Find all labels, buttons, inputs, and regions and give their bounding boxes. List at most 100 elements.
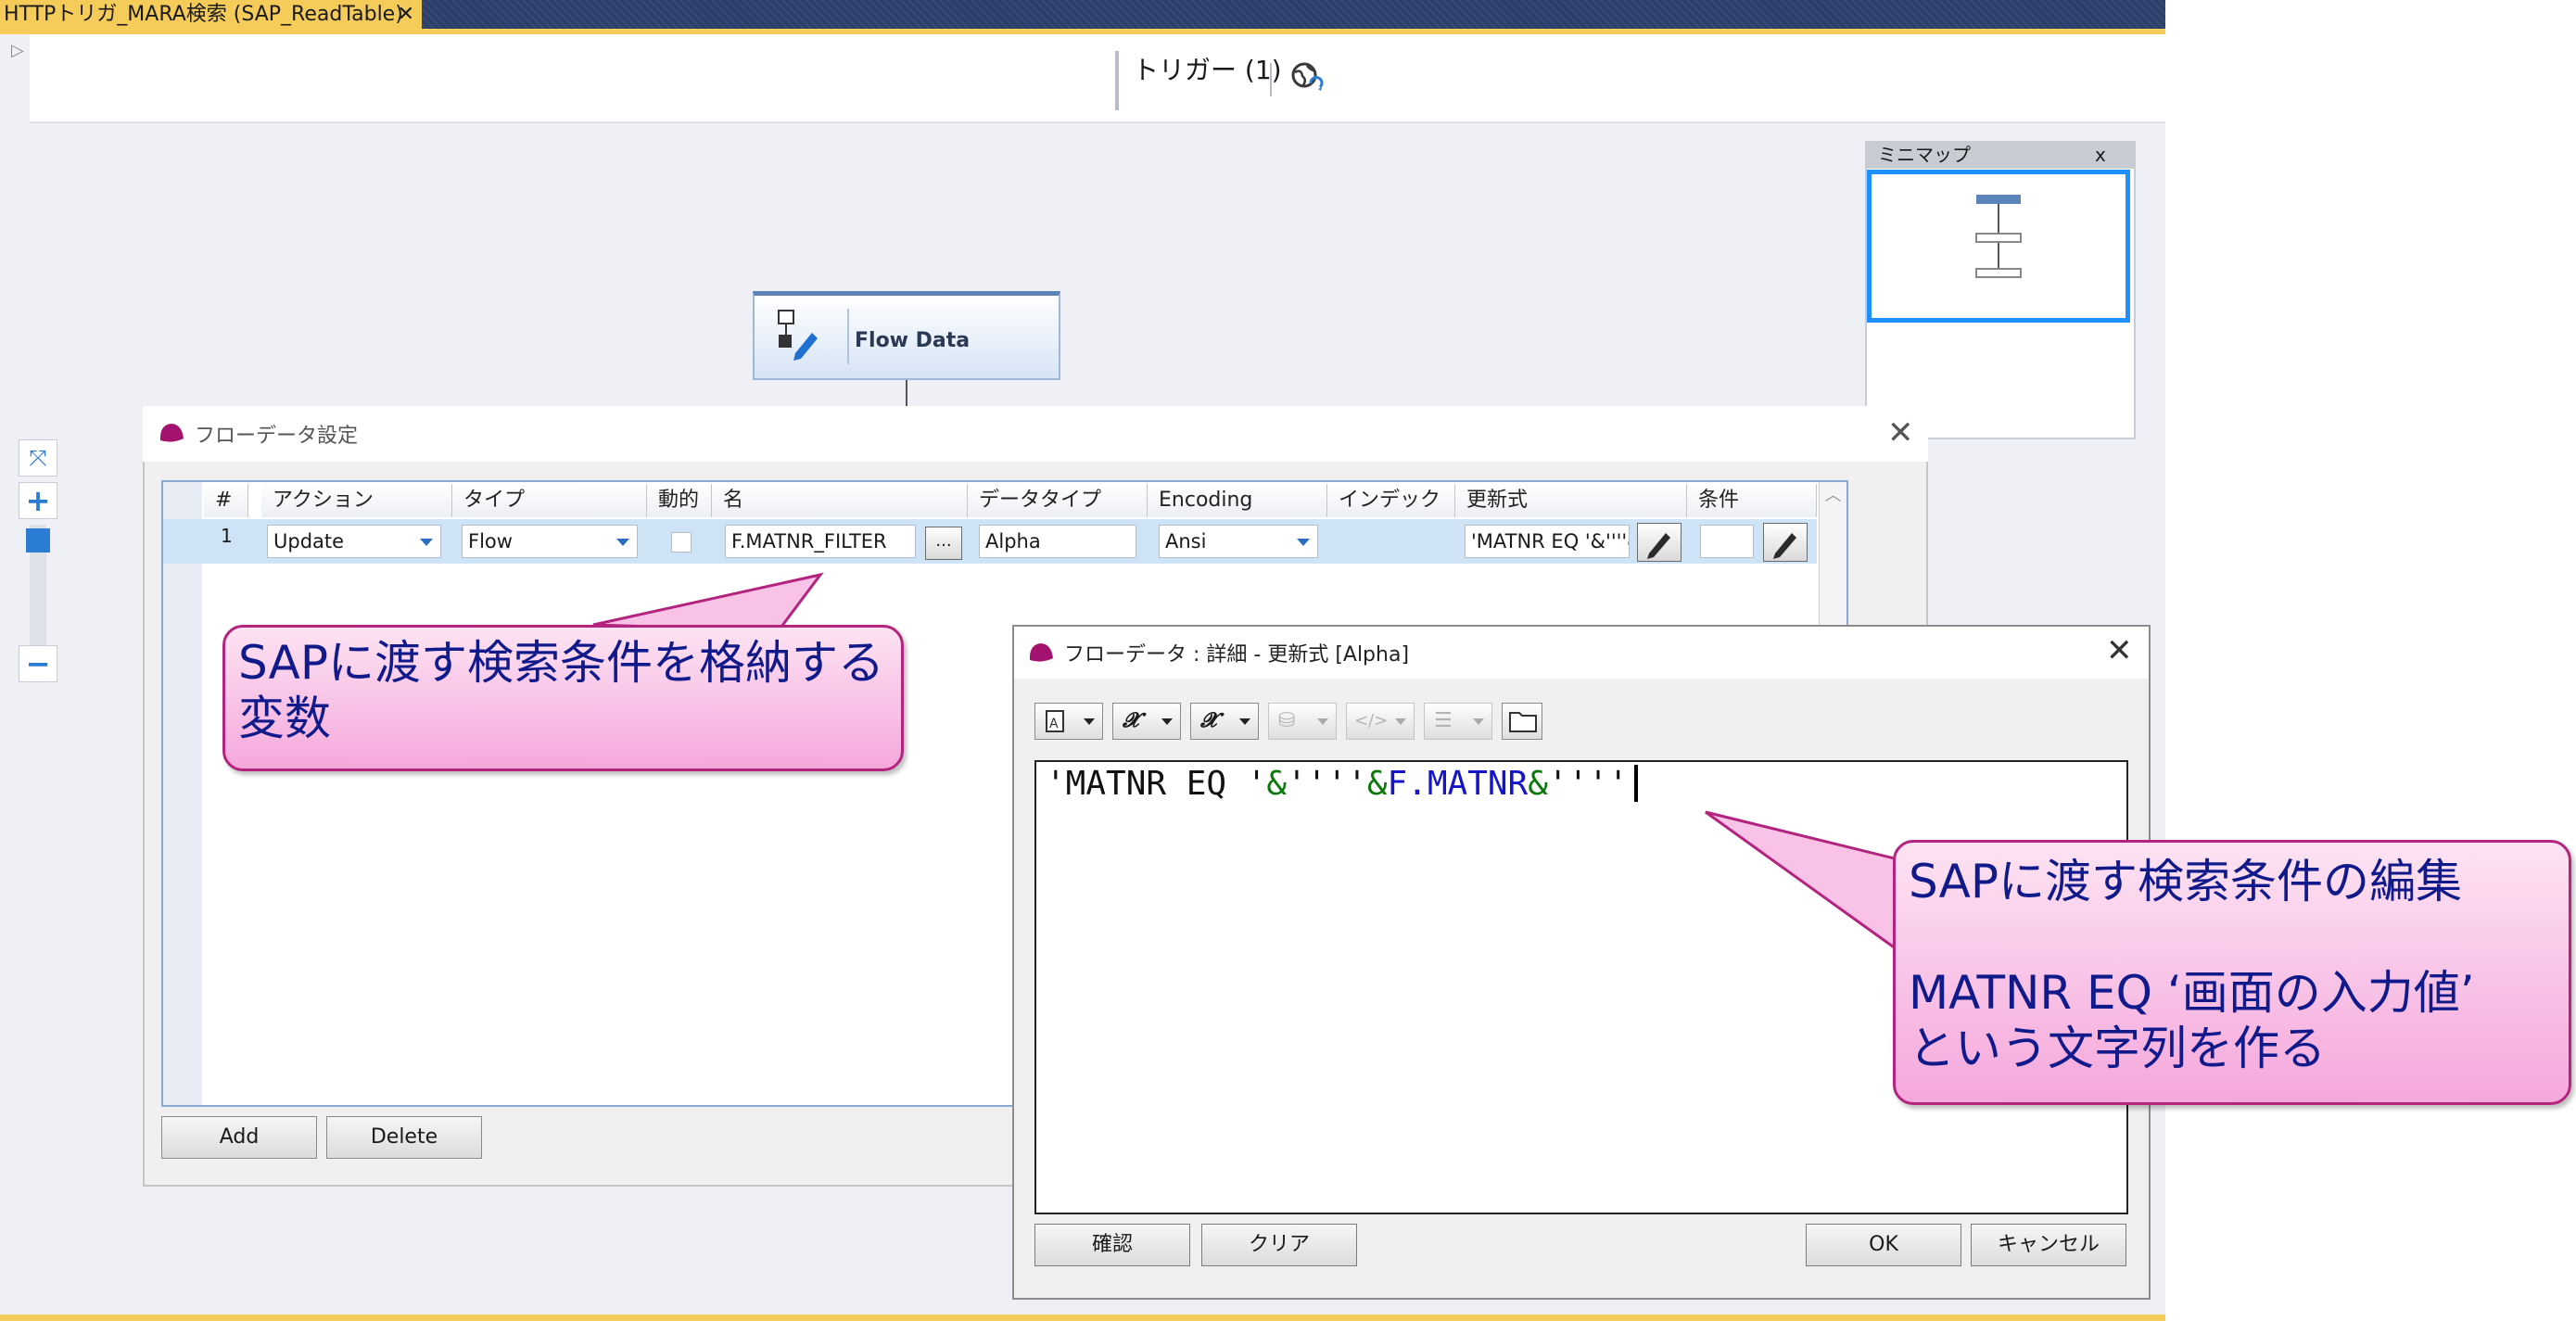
expr-variable: F.MATNR (1387, 765, 1529, 803)
edit-update-expr-button[interactable] (1637, 523, 1681, 562)
zoom-out-button[interactable]: − (19, 645, 57, 682)
expr-literal: 'MATNR EQ ' (1046, 765, 1267, 803)
column-header-type[interactable]: タイプ (452, 484, 647, 517)
flow-data-edit-icon (778, 310, 818, 361)
close-tab-icon[interactable]: ✕ (398, 0, 414, 29)
datatype-field[interactable]: Alpha (979, 525, 1136, 558)
action-value: Update (273, 530, 345, 553)
expr-operator: & (1266, 765, 1288, 803)
row-header-gutter (163, 482, 202, 1105)
type-select[interactable]: Flow (462, 525, 638, 558)
chevron-down-icon (1297, 539, 1310, 546)
column-header-dynamic[interactable]: 動的 (647, 484, 712, 517)
callout-edit-line3: という文字列を作る (1909, 1022, 2326, 1075)
detail-dialog-title: フローデータ : 詳細 - 更新式 [Alpha] (1064, 643, 1410, 667)
node-connector (906, 380, 907, 408)
cancel-button[interactable]: キャンセル (1971, 1224, 2126, 1266)
column-header-condition[interactable]: 条件 (1687, 484, 1817, 517)
callout-spacer (1909, 909, 2556, 965)
expr-operator: & (1528, 765, 1548, 803)
app-logo-icon (1029, 643, 1053, 662)
name-field[interactable]: F.MATNR_FILTER (725, 525, 916, 558)
zoom-in-button[interactable]: + (19, 482, 57, 519)
confirm-button[interactable]: 確認 (1034, 1224, 1190, 1266)
settings-close-button[interactable]: ✕ (1887, 414, 1914, 451)
column-header-num[interactable]: # (204, 484, 248, 517)
ok-button[interactable]: OK (1806, 1224, 1961, 1266)
text-document-icon: A (1046, 710, 1064, 732)
insert-list-button[interactable]: ☰ (1424, 703, 1492, 740)
condition-field[interactable] (1700, 525, 1754, 558)
delete-button[interactable]: Delete (326, 1116, 482, 1159)
column-header-index[interactable]: インデックス (1327, 484, 1455, 545)
code-tag-icon: </> (1354, 711, 1389, 730)
action-select[interactable]: Update (267, 525, 441, 558)
status-bar (0, 1315, 2165, 1321)
browse-button[interactable]: ... (925, 527, 962, 560)
encoding-select[interactable]: Ansi (1159, 525, 1318, 558)
clear-button[interactable]: クリア (1201, 1224, 1357, 1266)
callout-edit-line2: MATNR EQ ‘画面の入力値’ (1909, 966, 2475, 1020)
column-header-action[interactable]: アクション (261, 484, 452, 517)
dynamic-checkbox[interactable] (671, 532, 692, 553)
chevron-down-icon (420, 539, 433, 546)
encoding-value: Ansi (1165, 530, 1207, 553)
toolbar-separator (1115, 51, 1119, 110)
chevron-down-icon (616, 539, 629, 546)
zoom-fit-button[interactable]: ⤧ (19, 439, 57, 476)
column-header-update-expr[interactable]: 更新式 (1455, 484, 1687, 517)
callout-variable-line2: 変数 (238, 692, 331, 745)
collapse-panel-icon[interactable]: ▷ (11, 41, 24, 60)
callout-variable-body: SAPに渡す検索条件を格納する 変数 (222, 625, 904, 771)
grid-scrollbar[interactable]: ︿ (1819, 482, 1846, 630)
callout-edit: SAPに渡す検索条件の編集 MATNR EQ ‘画面の入力値’ という文字列を作… (1696, 807, 2573, 1109)
row-number: 1 (221, 525, 233, 547)
detail-close-button[interactable]: ✕ (2106, 632, 2133, 669)
callout-variable-line1: SAPに渡す検索条件を格納する (238, 636, 885, 690)
column-header-name[interactable]: 名 (712, 484, 968, 517)
column-header-encoding[interactable]: Encoding (1148, 484, 1327, 517)
pencil-icon (1773, 533, 1796, 559)
globe-sync-icon[interactable] (1290, 61, 1324, 95)
expr-operator: & (1366, 765, 1388, 803)
insert-code-button[interactable]: </> (1346, 703, 1415, 740)
update-expr-field[interactable]: 'MATNR EQ '&''''& (1465, 525, 1630, 558)
function-x-icon: 𝓧 (1200, 709, 1217, 732)
document-tab[interactable]: HTTPトリガ_MARA検索 (SAP_ReadTable) ✕ (0, 0, 422, 29)
text-caret (1633, 765, 1638, 802)
insert-function-button[interactable]: 𝓧 (1190, 703, 1259, 740)
variable-x-icon: 𝓧 (1123, 709, 1139, 732)
svg-text:A: A (1049, 717, 1059, 731)
callout-edit-line1: SAPに渡す検索条件の編集 (1909, 855, 2463, 908)
minimap-viewport[interactable] (1867, 170, 2130, 323)
flow-node-label: Flow Data (855, 329, 971, 352)
node-separator (847, 309, 849, 364)
database-icon: ⛁ (1278, 709, 1296, 732)
settings-dialog-title: フローデータ設定 (195, 425, 359, 448)
settings-dialog-titlebar (143, 406, 1928, 462)
minimap-close-button[interactable]: x (2095, 141, 2106, 169)
trigger-tab[interactable]: トリガー (1) (1133, 50, 1282, 87)
callout-variable: SAPに渡す検索条件を格納する 変数 (222, 569, 908, 773)
callout-edit-body: SAPに渡す検索条件の編集 MATNR EQ ‘画面の入力値’ という文字列を作… (1893, 840, 2571, 1105)
flow-data-node[interactable]: Flow Data (753, 291, 1060, 380)
designer-toolbar (30, 34, 2165, 123)
type-value: Flow (468, 530, 513, 553)
insert-resource-button[interactable]: ⛁ (1268, 703, 1337, 740)
column-header-datatype[interactable]: データタイプ (968, 484, 1148, 517)
zoom-slider-thumb[interactable] (26, 528, 50, 553)
document-tab-title: HTTPトリガ_MARA検索 (SAP_ReadTable) (4, 3, 403, 26)
list-icon: ☰ (1434, 709, 1453, 732)
insert-text-button[interactable]: A (1034, 703, 1103, 740)
insert-variable-button[interactable]: 𝓧 (1112, 703, 1181, 740)
toolbar-separator (1270, 63, 1272, 96)
expr-quote-literal: '''' (1547, 765, 1629, 803)
minimap-preview-icon (1975, 195, 2022, 278)
expr-quote-literal: '''' (1287, 765, 1367, 803)
open-folder-button[interactable] (1502, 703, 1542, 740)
folder-icon (1509, 712, 1537, 732)
app-logo-icon (159, 424, 184, 442)
add-button[interactable]: Add (161, 1116, 317, 1159)
pencil-icon (1647, 533, 1670, 559)
edit-condition-button[interactable] (1763, 523, 1808, 562)
